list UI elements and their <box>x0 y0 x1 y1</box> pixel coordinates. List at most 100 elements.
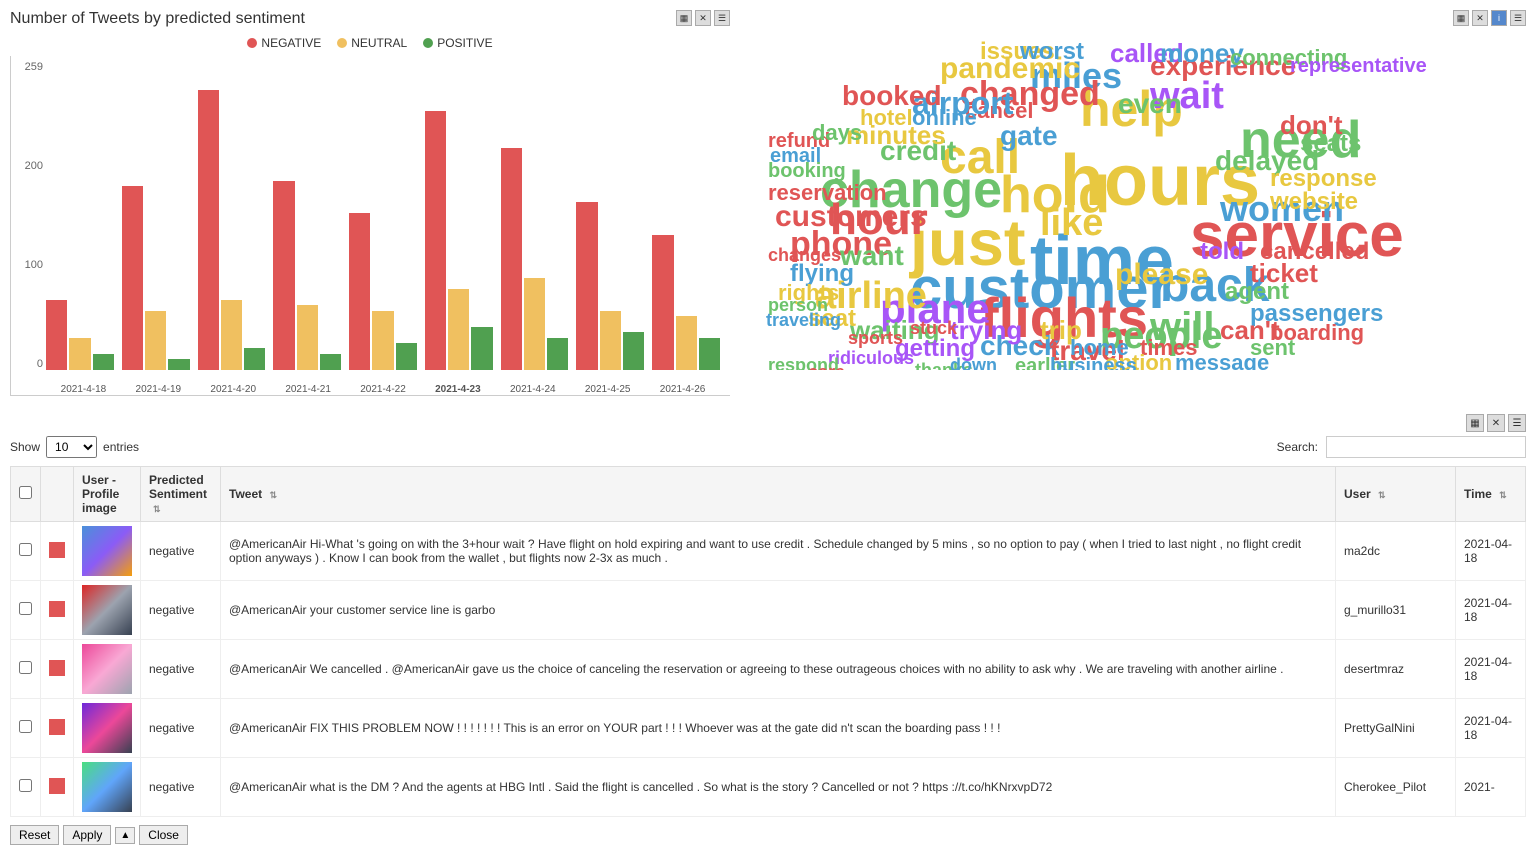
word-down: down <box>950 355 997 370</box>
close-button[interactable]: Close <box>139 825 188 845</box>
legend-positive-label: POSITIVE <box>437 36 492 50</box>
bar-negative[interactable] <box>46 300 67 370</box>
bar-neutral[interactable] <box>69 338 90 370</box>
th-time-label: Time <box>1464 487 1492 501</box>
bar-negative[interactable] <box>576 202 597 370</box>
search-input[interactable] <box>1326 436 1526 458</box>
bar-neutral[interactable] <box>145 311 166 370</box>
bar-neutral[interactable] <box>524 278 545 370</box>
bar-group-2021-4-18 <box>46 300 114 370</box>
th-tweet[interactable]: Tweet ⇅ <box>221 467 1336 522</box>
bar-positive[interactable] <box>471 327 492 370</box>
legend-neutral: NEUTRAL <box>337 36 407 50</box>
row-checkbox-0[interactable] <box>19 543 32 556</box>
th-user-label: User <box>1344 487 1371 501</box>
bar-neutral[interactable] <box>448 289 469 370</box>
row-checkbox-1[interactable] <box>19 602 32 615</box>
word-please: please <box>1115 258 1208 292</box>
word-even: even <box>1118 88 1182 120</box>
profile-image <box>82 762 132 812</box>
bar-positive[interactable] <box>699 338 720 370</box>
table-row: negative@AmericanAir what is the DM ? An… <box>11 758 1526 817</box>
th-color <box>41 467 74 522</box>
th-profile[interactable]: User - Profile image <box>74 467 141 522</box>
bar-negative[interactable] <box>349 213 370 370</box>
bar-neutral[interactable] <box>600 311 621 370</box>
sort-icon-user: ⇅ <box>1378 490 1386 501</box>
select-all-checkbox[interactable] <box>19 486 32 499</box>
user-cell: Cherokee_Pilot <box>1336 758 1456 817</box>
wordcloud-area: ▦ ✕ i ☰ hoursservicetimejustneedhelpcust… <box>740 10 1526 396</box>
word-worst: worst <box>1020 38 1084 66</box>
sentiment-cell: negative <box>141 758 221 817</box>
bar-group-2021-4-20 <box>198 90 266 370</box>
footer-buttons: Reset Apply ▲ Close <box>10 825 188 845</box>
user-cell: PrettyGalNini <box>1336 699 1456 758</box>
bar-neutral[interactable] <box>372 311 393 370</box>
bar-neutral[interactable] <box>676 316 697 370</box>
chart-title: Number of Tweets by predicted sentiment <box>10 10 305 28</box>
tweet-cell: @AmericanAir your customer service line … <box>221 581 1336 640</box>
entries-select[interactable]: 10 25 50 100 <box>46 436 97 458</box>
word-days: days <box>812 120 862 146</box>
bar-negative[interactable] <box>198 90 219 370</box>
chart-legend: NEGATIVE NEUTRAL POSITIVE <box>10 36 730 50</box>
word-stuck: stuck <box>910 318 957 339</box>
table-row: negative@AmericanAir your customer servi… <box>11 581 1526 640</box>
chart-grid-btn[interactable]: ▦ <box>676 10 692 26</box>
bar-group-2021-4-21 <box>273 181 341 370</box>
bar-negative[interactable] <box>425 111 446 370</box>
sentiment-cell: negative <box>141 522 221 581</box>
bar-neutral[interactable] <box>221 300 242 370</box>
sort-icon-sentiment: ⇅ <box>153 504 161 515</box>
y-axis: 259 200 100 0 <box>11 61 43 370</box>
chart-menu-btn[interactable]: ☰ <box>714 10 730 26</box>
bar-positive[interactable] <box>320 354 341 370</box>
show-label: Show <box>10 440 40 454</box>
sentiment-color-box <box>49 778 65 794</box>
legend-negative: NEGATIVE <box>247 36 321 50</box>
x-label-2021-4-18: 2021-4-18 <box>46 384 121 395</box>
bar-positive[interactable] <box>93 354 114 370</box>
table-menu-btn[interactable]: ☰ <box>1508 414 1526 432</box>
table-row: negative@AmericanAir FIX THIS PROBLEM NO… <box>11 699 1526 758</box>
bar-negative[interactable] <box>273 181 294 370</box>
bar-positive[interactable] <box>547 338 568 370</box>
chart-close-btn[interactable]: ✕ <box>695 10 711 26</box>
bar-neutral[interactable] <box>297 305 318 370</box>
bar-positive[interactable] <box>396 343 417 370</box>
bar-positive[interactable] <box>244 348 265 370</box>
chart-area: Number of Tweets by predicted sentiment … <box>10 10 730 396</box>
word-response: response <box>1270 165 1377 193</box>
entries-label: entries <box>103 440 139 454</box>
chart-controls: ▦ ✕ ☰ <box>676 10 730 26</box>
table-grid-btn[interactable]: ▦ <box>1466 414 1484 432</box>
table-section: ▦ ✕ ☰ Show 10 25 50 100 entries Search: <box>0 406 1536 853</box>
apply-button[interactable]: Apply <box>63 825 111 845</box>
row-checkbox-4[interactable] <box>19 779 32 792</box>
legend-positive-dot <box>423 38 433 48</box>
bar-positive[interactable] <box>623 332 644 370</box>
word-traveling: traveling <box>766 310 841 331</box>
word-cancelled: cancelled <box>1260 238 1369 266</box>
row-checkbox-3[interactable] <box>19 720 32 733</box>
sentiment-color-box <box>49 601 65 617</box>
bar-negative[interactable] <box>652 235 673 370</box>
word-care: care <box>808 362 845 370</box>
bar-positive[interactable] <box>168 359 189 370</box>
word-message: message <box>1175 350 1269 370</box>
th-user[interactable]: User ⇅ <box>1336 467 1456 522</box>
bar-negative[interactable] <box>501 148 522 370</box>
bar-negative[interactable] <box>122 186 143 370</box>
row-checkbox-2[interactable] <box>19 661 32 674</box>
x-label-2021-4-26: 2021-4-26 <box>645 384 720 395</box>
th-sentiment[interactable]: Predicted Sentiment ⇅ <box>141 467 221 522</box>
th-checkbox[interactable] <box>11 467 41 522</box>
sentiment-cell: negative <box>141 640 221 699</box>
up-button[interactable]: ▲ <box>115 827 135 844</box>
th-time[interactable]: Time ⇅ <box>1456 467 1526 522</box>
reset-button[interactable]: Reset <box>10 825 59 845</box>
word-reservation: reservation <box>768 180 887 206</box>
table-close-btn[interactable]: ✕ <box>1487 414 1505 432</box>
sentiment-color-box <box>49 542 65 558</box>
